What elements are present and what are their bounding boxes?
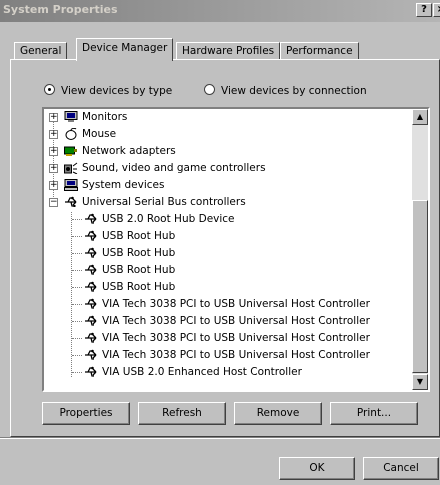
view-by-type-label: View devices by type	[61, 85, 173, 97]
usb-icon	[85, 281, 97, 292]
usb-device-label: VIA Tech 3038 PCI to USB Universal Host …	[102, 315, 370, 327]
properties-button[interactable]: Properties	[42, 402, 130, 425]
expand-icon[interactable]: +	[49, 147, 58, 156]
window-title: System Properties	[3, 3, 118, 16]
usb-device-label: VIA USB 2.0 Enhanced Host Controller	[102, 366, 302, 378]
usb-icon	[85, 230, 97, 241]
usb-icon	[85, 332, 97, 343]
usb-icon	[65, 196, 77, 207]
tab-general[interactable]: General	[14, 42, 68, 60]
system-device-icon	[64, 179, 78, 191]
separator	[0, 437, 440, 439]
scroll-up-arrow-icon[interactable]: ▲	[412, 109, 428, 125]
tree-item-label: Mouse	[82, 128, 117, 140]
cancel-button[interactable]: Cancel	[363, 457, 439, 480]
usb-icon	[85, 264, 97, 275]
device-tree[interactable]: + Monitors + Mouse + Network adapters +	[42, 107, 430, 392]
usb-icon	[85, 247, 97, 258]
usb-icon	[85, 315, 97, 326]
scroll-thumb[interactable]	[412, 200, 428, 373]
usb-device-label: VIA Tech 3038 PCI to USB Universal Host …	[102, 298, 370, 310]
sound-icon	[64, 162, 78, 174]
usb-icon	[85, 366, 97, 377]
refresh-button[interactable]: Refresh	[138, 402, 226, 425]
view-by-connection-radio[interactable]: View devices by connection	[204, 84, 367, 97]
tree-scrollbar[interactable]: ▲ ▼	[412, 109, 428, 390]
usb-device-label: VIA Tech 3038 PCI to USB Universal Host …	[102, 332, 370, 344]
remove-button[interactable]: Remove	[234, 402, 322, 425]
mouse-icon	[65, 128, 77, 140]
network-adapter-icon	[64, 146, 77, 156]
expand-icon[interactable]: +	[49, 164, 58, 173]
usb-device-label: USB Root Hub	[102, 230, 176, 242]
expand-icon[interactable]: +	[49, 181, 58, 190]
usb-icon	[85, 213, 97, 224]
ok-button[interactable]: OK	[279, 457, 355, 480]
close-button[interactable]: ×	[433, 3, 440, 17]
system-properties-window: System Properties ? × General Device Man…	[0, 0, 440, 485]
tree-item-label: Sound, video and game controllers	[82, 162, 266, 174]
tree-item-label: Monitors	[82, 111, 128, 123]
collapse-icon[interactable]: −	[49, 198, 58, 207]
help-button[interactable]: ?	[416, 3, 432, 17]
view-by-type-radio[interactable]: View devices by type	[44, 84, 172, 97]
expand-icon[interactable]: +	[49, 130, 58, 139]
view-by-connection-label: View devices by connection	[221, 85, 367, 97]
tab-device-manager[interactable]: Device Manager	[76, 38, 174, 61]
usb-device-label: USB Root Hub	[102, 281, 176, 293]
radio-selected-icon	[44, 84, 55, 95]
expand-icon[interactable]: +	[49, 113, 58, 122]
tree-item-label: Network adapters	[82, 145, 176, 157]
title-bar[interactable]: System Properties ? ×	[0, 0, 440, 22]
tree-item-label: Universal Serial Bus controllers	[82, 196, 246, 208]
monitor-icon	[64, 111, 78, 122]
print-button[interactable]: Print...	[330, 402, 418, 425]
tab-hardware-profiles[interactable]: Hardware Profiles	[176, 42, 281, 60]
tab-performance[interactable]: Performance	[280, 42, 359, 60]
scroll-down-arrow-icon[interactable]: ▼	[412, 374, 428, 390]
usb-device-label: USB 2.0 Root Hub Device	[102, 213, 235, 225]
radio-unselected-icon	[204, 84, 215, 95]
usb-device-label: USB Root Hub	[102, 247, 176, 259]
tree-item-label: System devices	[82, 179, 165, 191]
usb-icon	[85, 349, 97, 360]
usb-device-label: USB Root Hub	[102, 264, 176, 276]
usb-device-label: VIA Tech 3038 PCI to USB Universal Host …	[102, 349, 370, 361]
usb-icon	[85, 298, 97, 309]
